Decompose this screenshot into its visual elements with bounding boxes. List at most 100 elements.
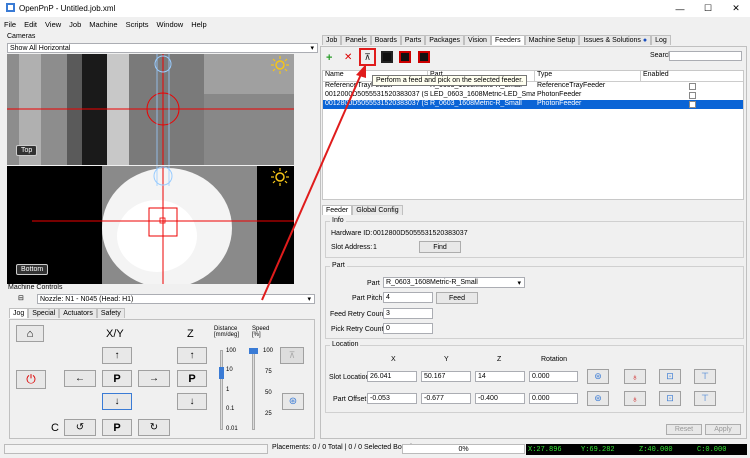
part-pitch-input[interactable]: 4	[383, 292, 433, 303]
move-camera-button[interactable]: ⊡	[659, 391, 681, 406]
move-tool-button[interactable]: ⊤	[694, 391, 716, 406]
status-message	[4, 444, 268, 454]
offset-x-input[interactable]: -0.053	[367, 393, 417, 404]
distance-slider-thumb[interactable]	[219, 367, 224, 379]
stop-button[interactable]: ⏻	[16, 370, 46, 389]
info-title: Info	[330, 217, 346, 224]
tab-issues-solutions[interactable]: Issues & Solutions ●	[579, 35, 652, 45]
tab-panels[interactable]: Panels	[341, 35, 371, 45]
top-camera-view[interactable]: Top	[7, 54, 294, 165]
collapse-icon[interactable]: ⊟	[18, 294, 24, 302]
park-z-button[interactable]: P	[177, 370, 207, 387]
menu-file[interactable]: File	[0, 20, 20, 29]
slot-rotation-input[interactable]: 0.000	[529, 371, 578, 382]
pick-retry-input[interactable]: 0	[383, 323, 433, 334]
jog-x-plus-button[interactable]: →	[138, 370, 170, 387]
arrow-down-icon: ↓	[114, 396, 120, 407]
cell-part: LED_0603_1608Metric-LED_Small	[430, 91, 535, 98]
tab-feeder[interactable]: Feeder	[322, 205, 353, 215]
bottom-camera-view[interactable]: Bottom	[7, 166, 294, 284]
offset-rotation-input[interactable]: 0.000	[529, 393, 578, 404]
slot-x-input[interactable]: 26.041	[367, 371, 417, 382]
tab-feeders[interactable]: Feeders	[490, 35, 525, 45]
menu-scripts[interactable]: Scripts	[122, 20, 153, 29]
find-button[interactable]: Find	[419, 241, 461, 253]
maximize-button[interactable]: ☐	[694, 0, 722, 17]
capture-camera-button[interactable]: ⊛	[587, 391, 609, 406]
jog-y-minus-button[interactable]: ↓	[102, 393, 132, 410]
tab-safety[interactable]: Safety	[96, 308, 125, 318]
feeder-icon-1[interactable]	[381, 51, 393, 63]
menu-machine[interactable]: Machine	[85, 20, 121, 29]
nozzle-select[interactable]: Nozzle: N1 - N045 (Head: H1) ▾	[37, 294, 315, 304]
park-c-button[interactable]: P	[102, 419, 132, 436]
table-row-selected[interactable]: 0012800D5055531520383037 (Slo... R_0603_…	[323, 100, 743, 109]
rotate-cw-button[interactable]: ↻	[138, 419, 170, 436]
tab-log[interactable]: Log	[651, 35, 671, 45]
home-button[interactable]: ⌂	[16, 325, 44, 342]
cameras-panel: Cameras Show All Horizontal ▾ Top Bottom	[4, 32, 318, 284]
minimize-button[interactable]: —	[666, 0, 694, 17]
camera-center-button[interactable]: ⊛	[282, 393, 304, 410]
park-xy-button[interactable]: P	[102, 370, 132, 387]
camera-view-select[interactable]: Show All Horizontal ▾	[7, 43, 318, 53]
rotate-ccw-button[interactable]: ↺	[64, 419, 96, 436]
feeder-icon-2[interactable]	[399, 51, 411, 63]
nozzle-capture-icon: ♁	[631, 371, 639, 382]
light-icon[interactable]	[270, 168, 290, 188]
reset-button[interactable]: Reset	[666, 424, 702, 435]
tab-global-config[interactable]: Global Config	[352, 205, 403, 215]
apply-button[interactable]: Apply	[705, 424, 741, 435]
feed-pick-button[interactable]: ⊼	[359, 48, 376, 66]
menu-job[interactable]: Job	[65, 20, 85, 29]
search-input[interactable]	[669, 51, 742, 61]
close-button[interactable]: ✕	[722, 0, 750, 17]
speed-slider-thumb[interactable]	[249, 348, 258, 354]
menu-view[interactable]: View	[41, 20, 65, 29]
capture-tool-button[interactable]: ♁	[624, 369, 646, 384]
cell-type: PhotonFeeder	[537, 91, 582, 98]
offset-z-input[interactable]: -0.400	[475, 393, 525, 404]
dro-z: Z:40.000	[639, 445, 673, 454]
app-icon	[6, 3, 15, 14]
enabled-checkbox[interactable]	[688, 92, 696, 99]
add-icon[interactable]: +	[326, 52, 332, 64]
distance-slider[interactable]	[220, 350, 223, 430]
part-select[interactable]: R_0603_1608Metric-R_Small ▾	[383, 277, 525, 288]
feed-button[interactable]: Feed	[436, 292, 478, 304]
jog-y-plus-button[interactable]: ↑	[102, 347, 132, 364]
tab-packages[interactable]: Packages	[425, 35, 464, 45]
move-tool-button[interactable]: ⊤	[694, 369, 716, 384]
tab-special[interactable]: Special	[28, 308, 60, 318]
tab-vision[interactable]: Vision	[463, 35, 491, 45]
enabled-checkbox[interactable]	[688, 101, 696, 108]
table-row[interactable]: 0012000D5055531520383037 (Slo... LED_060…	[323, 91, 743, 100]
discard-button[interactable]: ⊼	[280, 347, 304, 364]
move-camera-button[interactable]: ⊡	[659, 369, 681, 384]
col-enabled[interactable]: Enabled	[641, 71, 743, 81]
tab-jog[interactable]: Jog	[9, 308, 29, 318]
menu-help[interactable]: Help	[187, 20, 210, 29]
tab-boards[interactable]: Boards	[370, 35, 401, 45]
slot-z-input[interactable]: 14	[475, 371, 525, 382]
tab-parts[interactable]: Parts	[400, 35, 426, 45]
tab-actuators[interactable]: Actuators	[59, 308, 97, 318]
slot-y-input[interactable]: 50.167	[421, 371, 471, 382]
tab-machine-setup[interactable]: Machine Setup	[524, 35, 580, 45]
tab-job[interactable]: Job	[322, 35, 342, 45]
light-icon[interactable]	[270, 56, 290, 76]
feeder-icon-3[interactable]	[418, 51, 430, 63]
jog-x-minus-button[interactable]: ←	[64, 370, 96, 387]
capture-camera-button[interactable]: ⊛	[587, 369, 609, 384]
offset-y-input[interactable]: -0.677	[421, 393, 471, 404]
enabled-checkbox[interactable]	[688, 83, 696, 90]
col-type[interactable]: Type	[535, 71, 641, 81]
delete-icon[interactable]: ✕	[344, 52, 352, 63]
feed-retry-input[interactable]: 3	[383, 308, 433, 319]
menu-window[interactable]: Window	[153, 20, 188, 29]
menu-edit[interactable]: Edit	[20, 20, 41, 29]
jog-z-minus-button[interactable]: ↓	[177, 393, 207, 410]
capture-tool-button[interactable]: ♁	[624, 391, 646, 406]
jog-z-plus-button[interactable]: ↑	[177, 347, 207, 364]
speed-slider[interactable]	[252, 350, 255, 430]
